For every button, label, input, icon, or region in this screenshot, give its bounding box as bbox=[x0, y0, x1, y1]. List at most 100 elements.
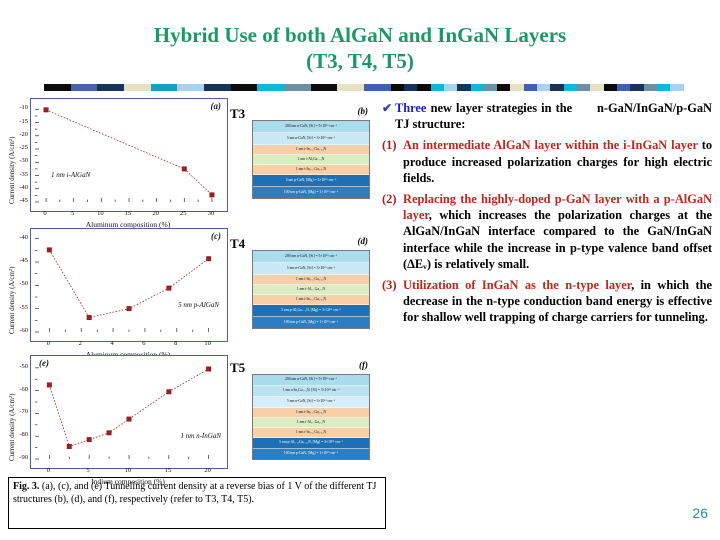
stack-layer: 100 nm p-GaN, [Mg] = 1×10²⁰ cm⁻³ bbox=[253, 449, 369, 459]
rule-segment bbox=[217, 84, 231, 91]
bullet-item: (3) Utilization of InGaN as the n-type la… bbox=[382, 277, 712, 326]
x-tick-label: 0 bbox=[46, 467, 50, 474]
x-tick-label: 8 bbox=[174, 340, 178, 347]
rule-segment bbox=[470, 84, 484, 91]
bullet-intro-body: Three new layer strategies in the n-GaN/… bbox=[395, 100, 712, 132]
bullet-number: (2) bbox=[382, 192, 397, 207]
rule-segment bbox=[83, 84, 98, 91]
y-tick-label: -35 bbox=[19, 170, 28, 178]
x-tick-label: 5 bbox=[71, 210, 75, 217]
stack-layer: 200 nm n-GaN, [Si] = 5×10¹⁹ cm⁻³ bbox=[253, 121, 369, 133]
y-tick-label: -30 bbox=[19, 157, 28, 165]
rule-segment bbox=[457, 84, 471, 91]
caption-lead: Fig. 3. bbox=[13, 481, 40, 492]
bullet-body: An intermediate AlGaN layer within the i… bbox=[403, 137, 712, 186]
y-tick-label: -50 bbox=[19, 362, 28, 370]
chart-panel-id: (e) bbox=[39, 358, 49, 368]
bullet-highlight: Utilization of InGaN as the n-type layer bbox=[403, 278, 632, 293]
stack-layer: 1 nm i-In₀.₁₁Ga₀.₈₉N bbox=[253, 295, 369, 305]
chart-c: (c) 5 nm p-AlGaN bbox=[30, 228, 228, 342]
x-tick-label: 30 bbox=[207, 210, 215, 217]
rule-segment bbox=[110, 84, 124, 91]
numbered-bullets: (1) An intermediate AlGaN layer within th… bbox=[382, 137, 712, 325]
stack-layer: 1 nm i-In₀.₁₁Ga₀.₈₉N bbox=[253, 428, 369, 438]
x-tick-label: 4 bbox=[110, 340, 114, 347]
y-tick-label: -20 bbox=[19, 130, 28, 138]
chart-plot-area bbox=[35, 107, 215, 203]
bullet-intro: ✔ Three new layer strategies in the n-Ga… bbox=[382, 100, 712, 132]
data-point bbox=[209, 192, 215, 198]
y-tick-label: -45 bbox=[19, 197, 28, 204]
x-tick-label: 25 bbox=[180, 210, 187, 217]
chart-annotation: 5 nm p-AlGaN bbox=[178, 301, 219, 309]
x-tick-label: 10 bbox=[204, 340, 211, 347]
stack-layer: 5 nm p-AlₓGa₁₋ₓN, [Mg] = 3×10²⁰ cm⁻³ bbox=[253, 305, 369, 317]
rule-segment bbox=[230, 84, 244, 91]
y-tick-label: -10 bbox=[19, 104, 28, 112]
bullet-body: Utilization of InGaN as the n-type layer… bbox=[403, 277, 712, 326]
y-tick-label: -50 bbox=[19, 280, 28, 288]
y-tick-label: -60 bbox=[19, 385, 28, 393]
rule-segment bbox=[657, 84, 671, 91]
rule-segment bbox=[163, 84, 178, 91]
decorative-rule bbox=[44, 84, 684, 91]
y-tick-label: -90 bbox=[19, 454, 28, 461]
y-tick-label: -55 bbox=[19, 303, 28, 311]
chart-e: (e) 1 nm n-InGaN bbox=[30, 355, 228, 469]
x-tick-label: 15 bbox=[124, 210, 132, 217]
x-tick-label: 10 bbox=[124, 467, 132, 474]
rule-segment bbox=[590, 84, 604, 91]
chart-panel-id: (c) bbox=[211, 231, 221, 241]
chart-a: (a) 1 nm i-AlGaN bbox=[30, 98, 228, 212]
chart-annotation: 1 nm n-InGaN bbox=[180, 432, 221, 440]
stack-layer: 1 nm i-AlₓGa₁₋ₓN bbox=[253, 155, 369, 165]
bullet-item: (1) An intermediate AlGaN layer within th… bbox=[382, 137, 712, 186]
rule-segment bbox=[390, 84, 404, 91]
stack-label: T3 bbox=[230, 106, 246, 121]
rule-segment bbox=[603, 84, 618, 91]
data-point bbox=[43, 107, 49, 113]
data-point bbox=[166, 285, 172, 291]
rule-segment bbox=[270, 84, 284, 91]
data-point bbox=[181, 166, 187, 172]
data-point bbox=[206, 256, 212, 262]
data-point bbox=[66, 444, 72, 449]
rule-segment bbox=[443, 84, 458, 91]
stack-layer: 200 nm n-GaN, [Si] = 5×10¹⁹ cm⁻³ bbox=[253, 375, 369, 386]
rule-segment bbox=[417, 84, 431, 91]
y-tick-label: -70 bbox=[19, 408, 28, 416]
title-line-1: Hybrid Use of both AlGaN and InGaN Layer… bbox=[153, 23, 567, 47]
x-tick-label: 20 bbox=[204, 467, 211, 474]
rule-segment bbox=[203, 84, 218, 91]
data-point bbox=[46, 382, 52, 388]
title-line-2: (T3, T4, T5) bbox=[306, 49, 414, 73]
bullet-intro-highlight: Three bbox=[395, 101, 427, 115]
data-point bbox=[126, 306, 132, 312]
y-axis-label: Current density (A/cm²) bbox=[8, 266, 16, 334]
stack-layer: 5 nm p-Al₀.₁₀Ga₀.₉₀N, [Mg] = 3×10²⁰ cm⁻³ bbox=[253, 438, 369, 449]
rule-segment bbox=[430, 84, 444, 91]
rule-segment bbox=[497, 84, 511, 91]
bullet-text: , which increases the polarization charg… bbox=[403, 208, 712, 271]
rule-segment bbox=[150, 84, 164, 91]
data-point bbox=[166, 389, 172, 395]
x-tick-label: 5 bbox=[86, 467, 90, 474]
stack-label: T5 bbox=[230, 360, 246, 375]
x-tick-label: 20 bbox=[152, 210, 159, 217]
page-title: Hybrid Use of both AlGaN and InGaN Layer… bbox=[0, 22, 720, 74]
stack-layer: 1 nm i-Al₀.₁Ga₀.₉N bbox=[253, 285, 369, 295]
figure-caption: Fig. 3. (a), (c), and (e) Tunneling curr… bbox=[8, 477, 386, 529]
rule-segment bbox=[57, 84, 71, 91]
stack-panel-id: (f) bbox=[359, 360, 368, 370]
rule-segment bbox=[630, 84, 644, 91]
stack-layer: 5 nm n-GaN, [Si] = 3×10¹⁹ cm⁻³ bbox=[253, 263, 369, 275]
rule-segment bbox=[550, 84, 564, 91]
rule-segment bbox=[523, 84, 538, 91]
stack-layer: 1 nm i-In₀.₁₁Ga₀.₈₉N bbox=[253, 408, 369, 418]
y-tick-label: -40 bbox=[19, 183, 28, 191]
y-tick-label: -80 bbox=[19, 431, 28, 439]
rule-segment bbox=[403, 84, 418, 91]
y-tick-label: -40 bbox=[19, 233, 28, 241]
stack-layer: 5 nm n-GaN, [Si] = 3×10¹⁹ cm⁻³ bbox=[253, 397, 369, 408]
rule-segment bbox=[670, 84, 684, 91]
